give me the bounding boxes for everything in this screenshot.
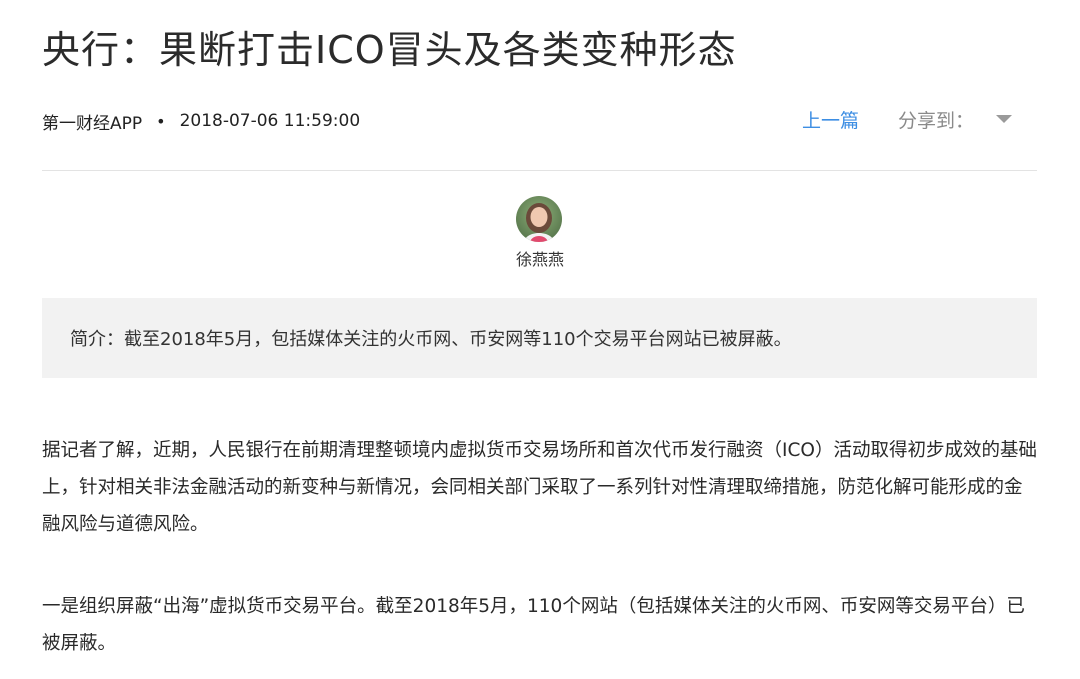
avatar-photo-icon <box>516 196 562 242</box>
article-title: 央行：果断打击ICO冒头及各类变种形态 <box>42 28 737 72</box>
author-avatar[interactable] <box>516 196 562 242</box>
article-summary: 简介：截至2018年5月，包括媒体关注的火币网、币安网等110个交易平台网站已被… <box>42 298 1037 378</box>
publish-datetime: 2018-07-06 11:59:00 <box>179 111 361 131</box>
article-paragraph: 一是组织屏蔽“出海”虚拟货币交易平台。截至2018年5月，110个网站（包括媒体… <box>42 596 1025 654</box>
share-label: 分享到： <box>898 109 975 132</box>
chevron-down-icon[interactable] <box>996 115 1013 123</box>
header-divider <box>42 170 1037 171</box>
article-paragraph: 据记者了解，近期，人民银行在前期清理整顿境内虚拟货币交易场所和首次代币发行融资（… <box>42 440 1037 535</box>
previous-article-label: 上一篇 <box>802 109 860 132</box>
source-label[interactable]: 第一财经APP <box>42 109 142 134</box>
share-menu[interactable]: 分享到： <box>898 104 1013 134</box>
summary-text: 简介：截至2018年5月，包括媒体关注的火币网、币安网等110个交易平台网站已被… <box>70 329 792 350</box>
meta-separator: • <box>156 111 166 131</box>
author-name[interactable]: 徐燕燕 <box>440 248 640 272</box>
article-meta: 第一财经APP • 2018-07-06 11:59:00 <box>42 106 360 136</box>
previous-article-link[interactable]: 上一篇 <box>802 104 859 134</box>
